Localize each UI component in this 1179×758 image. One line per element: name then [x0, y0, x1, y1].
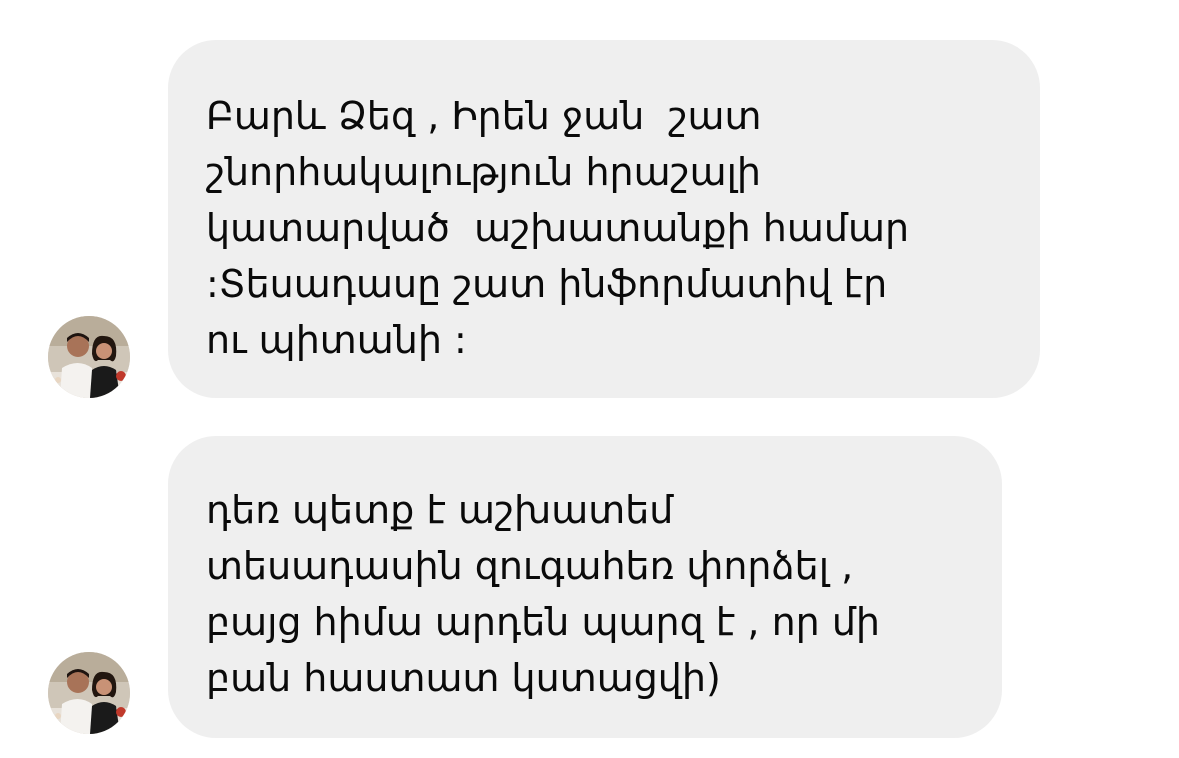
- message-bubble[interactable]: դեռ պետք է աշխատեմ տեսադասին զուգահեռ փո…: [168, 436, 1002, 738]
- message-bubble[interactable]: Բարև Ձեզ , Իրեն ջան շատ շնորհակալություն…: [168, 40, 1040, 398]
- contact-avatar-icon[interactable]: [48, 652, 130, 734]
- message-text-line: բայց հիմա արդեն պարզ է , որ մի: [206, 600, 880, 644]
- message-text-line: տեսադասին զուգահեռ փորձել ,: [206, 544, 854, 588]
- message-text-line: ու պիտանի :: [206, 318, 467, 362]
- message-text-line: կատարված աշխատանքի համար: [206, 206, 910, 250]
- contact-avatar-icon[interactable]: [48, 316, 130, 398]
- message-text-line: :Տեսադասը շատ ինֆորմատիվ էր: [206, 262, 888, 306]
- message-text-line: դեռ պետք է աշխատեմ: [206, 488, 674, 532]
- message-text-line: Բարև Ձեզ , Իրեն ջան շատ: [206, 94, 762, 138]
- message-text-line: բան հաստատ կստացվի): [206, 656, 721, 700]
- message-text-line: շնորհակալություն հրաշալի: [206, 150, 761, 194]
